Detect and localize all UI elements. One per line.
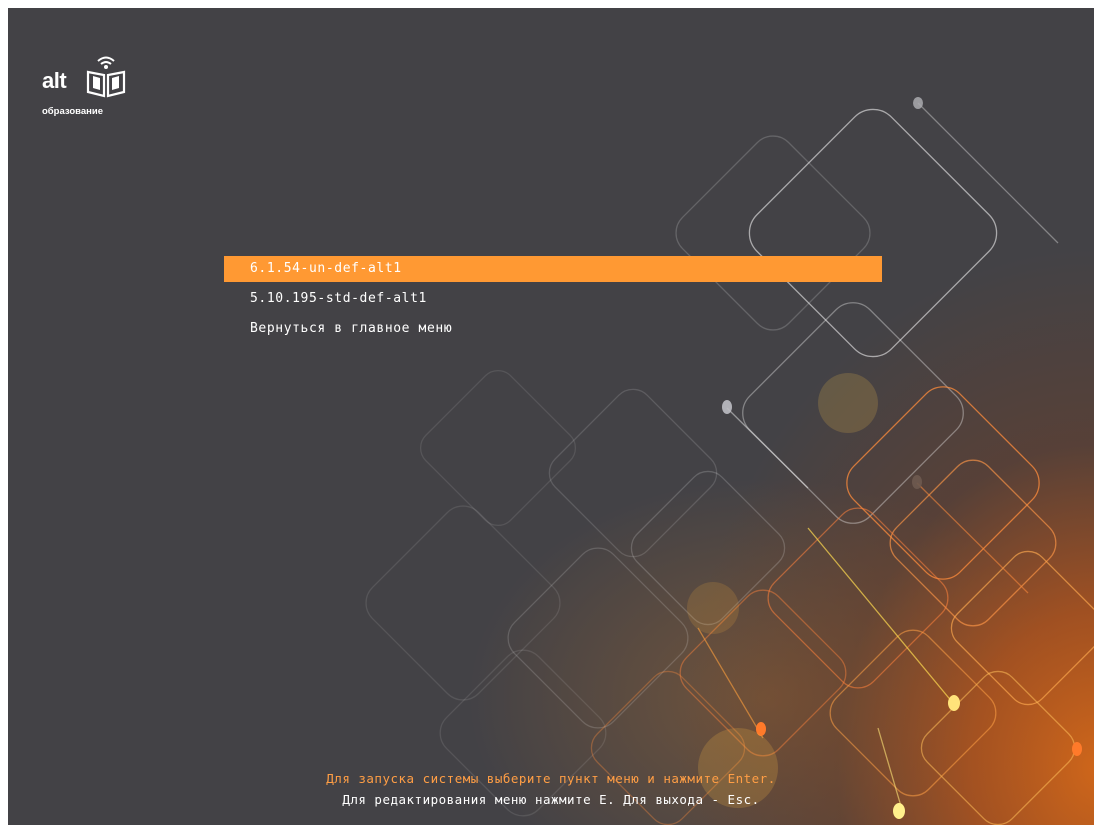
- boot-menu: 6.1.54-un-def-alt1 5.10.195-std-def-alt1…: [224, 256, 882, 346]
- help-line-edit: Для редактирования меню нажмите E. Для в…: [342, 792, 760, 807]
- logo-text: alt: [42, 68, 67, 93]
- background-artwork: [365, 97, 1094, 825]
- help-text: Для запуска системы выберите пункт меню …: [8, 768, 1094, 810]
- menu-item-kernel-5-10-195[interactable]: 5.10.195-std-def-alt1: [224, 286, 882, 312]
- boot-screen: alt образование 6.1.54-un-def-alt1 5.10.…: [8, 8, 1094, 825]
- alt-education-logo: alt образование: [42, 48, 142, 128]
- book-wifi-icon: [86, 56, 126, 98]
- logo-subtitle: образование: [42, 106, 104, 117]
- menu-item-back-to-main-menu[interactable]: Вернуться в главное меню: [224, 316, 882, 342]
- menu-item-kernel-6-1-54[interactable]: 6.1.54-un-def-alt1: [224, 256, 882, 282]
- help-line-boot: Для запуска системы выберите пункт меню …: [326, 771, 776, 786]
